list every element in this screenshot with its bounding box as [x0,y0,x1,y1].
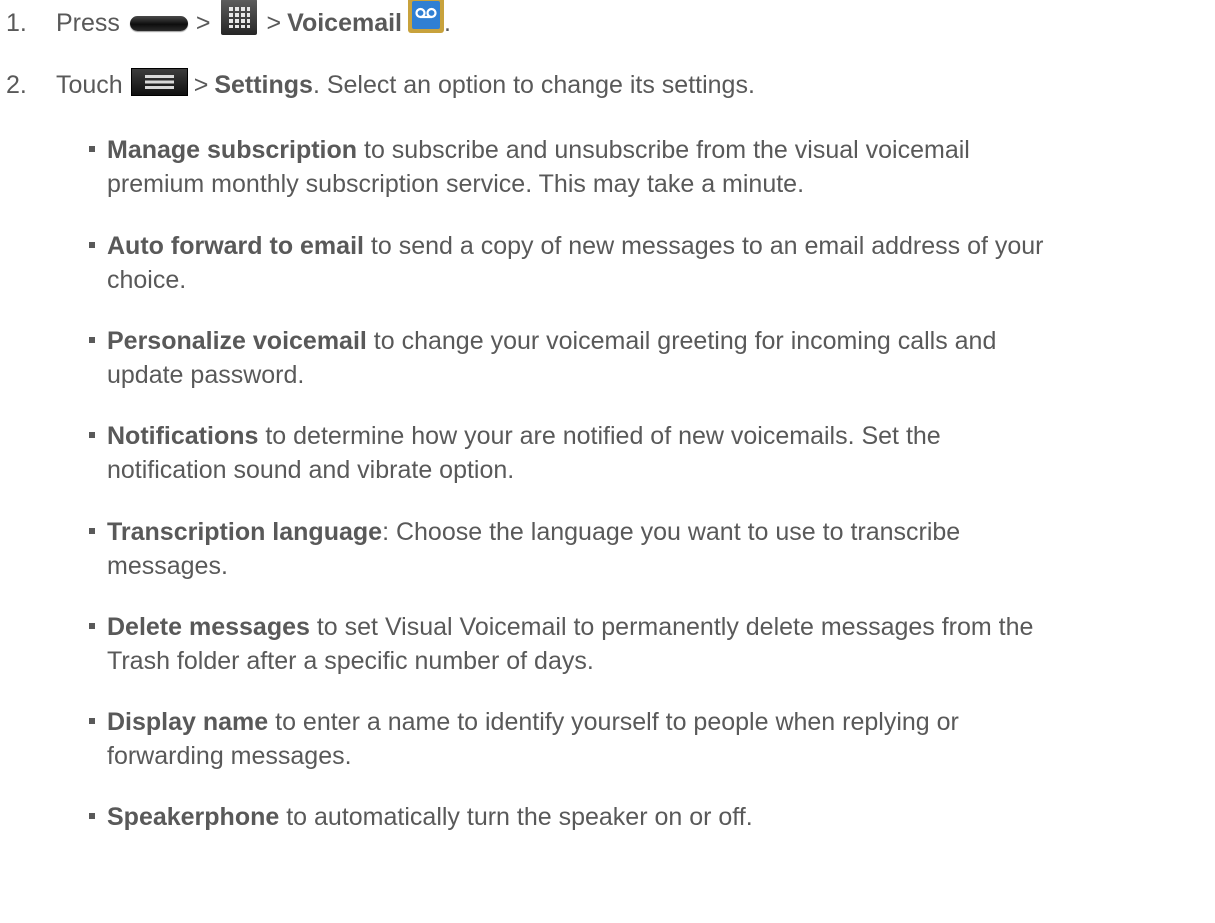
step-number: 1. [6,8,27,37]
list-item: Personalize voicemail to change your voi… [89,324,1207,392]
bullet-icon [89,146,95,152]
option-desc: to automatically turn the speaker on or … [279,803,753,831]
option-desc: to subscribe and unsubscribe from the vi… [357,136,970,164]
option-title: Display name [107,708,269,736]
step-text-press: Press [56,8,120,37]
list-item: Speakerphone to automatically turn the s… [89,800,1207,834]
bullet-icon [89,623,95,629]
voicemail-app-icon [408,0,444,33]
step-1: 1. Press > > Voicemail . [0,0,451,46]
separator: > [193,70,209,99]
option-desc-cont: premium monthly subscription service. Th… [107,170,805,198]
separator: > [195,8,211,37]
option-title: Personalize voicemail [107,327,367,355]
step-2: 2. Touch > Settings . Select an option t… [0,62,755,108]
settings-label: Settings [214,70,313,99]
list-item: Transcription language: Choose the langu… [89,515,1207,583]
option-title: Transcription language [107,518,383,546]
option-desc: to change your voicemail greeting for in… [366,327,997,355]
list-item: Delete messages to set Visual Voicemail … [89,610,1207,678]
bullet-icon [89,242,95,248]
step-text-touch: Touch [56,70,123,99]
option-desc-cont: choice. [107,266,187,294]
option-desc: : Choose the language you want to use to… [382,518,961,546]
step-end: . [444,8,451,37]
option-desc: to enter a name to identify yourself to … [268,708,959,736]
option-desc-cont: notification sound and vibrate option. [107,456,515,484]
step-rest: . Select an option to change its setting… [312,70,755,99]
option-title: Speakerphone [107,803,280,831]
apps-icon [220,0,257,35]
bullet-icon [89,813,95,819]
list-item: Notifications to determine how your are … [89,419,1207,487]
option-desc: to send a copy of new messages to an ema… [363,232,1044,260]
option-desc: to determine how your are notified of ne… [258,422,941,450]
step-number: 2. [6,70,27,99]
bullet-icon [89,337,95,343]
bullet-icon [89,432,95,438]
list-item: Auto forward to email to send a copy of … [89,229,1207,297]
bullet-icon [89,528,95,534]
separator: > [266,8,282,37]
voicemail-label: Voicemail [287,8,402,37]
list-item: Display name to enter a name to identify… [89,705,1207,773]
menu-key-icon [130,68,188,96]
option-title: Auto forward to email [107,232,364,260]
option-desc: to set Visual Voicemail to permanently d… [309,613,1034,641]
option-title: Notifications [107,422,259,450]
option-title: Delete messages [107,613,310,641]
option-title: Manage subscription [107,136,358,164]
bullet-icon [89,718,95,724]
list-item: Manage subscription to subscribe and uns… [89,133,1207,201]
home-key-icon [129,15,188,31]
option-desc-cont: Trash folder after a specific number of … [107,647,594,675]
option-desc-cont: forwarding messages. [107,742,352,770]
option-desc-cont: messages. [107,552,228,580]
option-desc-cont: update password. [107,361,305,389]
